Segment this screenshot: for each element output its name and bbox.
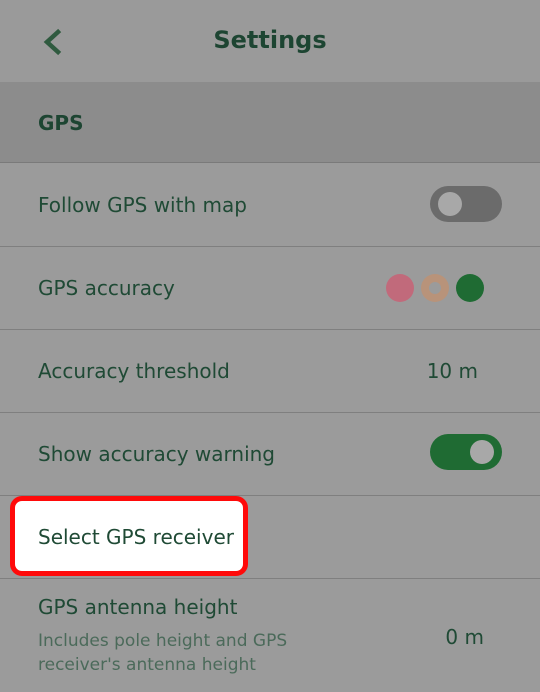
setting-label: Select GPS receiver bbox=[38, 525, 234, 549]
setting-value: 10 m bbox=[426, 359, 478, 383]
setting-label: Accuracy threshold bbox=[38, 359, 230, 383]
setting-follow-gps[interactable]: Follow GPS with map bbox=[0, 164, 540, 247]
follow-gps-toggle[interactable] bbox=[430, 186, 502, 222]
setting-label: Show accuracy warning bbox=[38, 442, 276, 466]
app-bar: Settings bbox=[0, 0, 540, 82]
setting-description-line-1: Includes pole height and GPS bbox=[38, 631, 288, 651]
section-header-gps: GPS bbox=[0, 82, 540, 163]
accuracy-indicator bbox=[386, 274, 486, 302]
setting-label: Follow GPS with map bbox=[38, 193, 247, 217]
section-title: GPS bbox=[38, 111, 84, 135]
setting-gps-antenna-height[interactable]: GPS antenna height Includes pole height … bbox=[0, 579, 540, 692]
accuracy-low-dot-icon bbox=[386, 274, 414, 302]
setting-description-line-2: receiver's antenna height bbox=[38, 655, 256, 675]
page-title: Settings bbox=[213, 26, 327, 54]
setting-label: GPS antenna height bbox=[38, 595, 238, 619]
accuracy-high-dot-icon bbox=[456, 274, 484, 302]
toggle-knob bbox=[438, 192, 462, 216]
accuracy-medium-ring-icon bbox=[421, 274, 449, 302]
setting-gps-accuracy[interactable]: GPS accuracy bbox=[0, 247, 540, 330]
setting-accuracy-threshold[interactable]: Accuracy threshold 10 m bbox=[0, 330, 540, 413]
accuracy-warning-toggle[interactable] bbox=[430, 434, 502, 470]
setting-accuracy-warning[interactable]: Show accuracy warning bbox=[0, 413, 540, 496]
toggle-knob bbox=[470, 440, 494, 464]
setting-label: GPS accuracy bbox=[38, 276, 175, 300]
setting-value: 0 m bbox=[445, 625, 484, 649]
select-gps-receiver-highlight[interactable]: Select GPS receiver bbox=[10, 496, 248, 576]
